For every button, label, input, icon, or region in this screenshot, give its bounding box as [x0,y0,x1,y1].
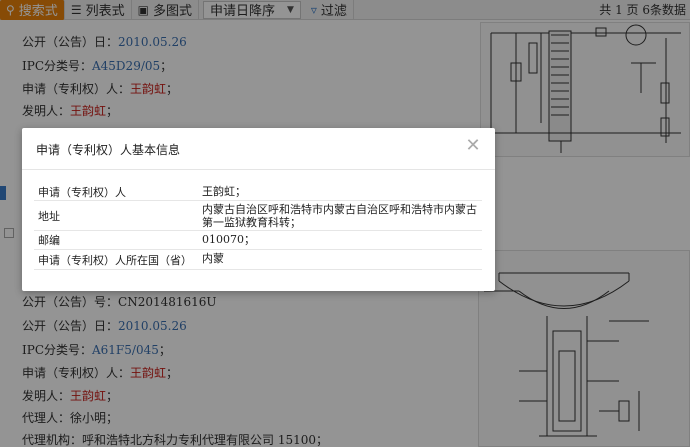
dialog-header: 申请（专利权）人基本信息 ✕ [22,128,495,170]
info-value: 内蒙古自治区呼和浩特市内蒙古自治区呼和浩特市内蒙古第一监狱教育科转； [202,203,477,229]
info-value: 010070； [202,233,255,246]
info-key: 申请（专利权）人 [38,185,126,199]
info-key: 邮编 [38,234,60,247]
dialog-title: 申请（专利权）人基本信息 [36,143,181,157]
info-key: 地址 [38,209,60,223]
close-icon[interactable]: ✕ [465,137,481,155]
info-key: 申请（专利权）人所在国（省） [38,253,192,267]
applicant-info-dialog: 申请（专利权）人基本信息 ✕ 申请（专利权）人 王韵虹； 地址 内蒙古自治区呼和… [22,128,495,291]
info-value: 内蒙 [202,252,224,265]
info-table: 申请（专利权）人 王韵虹； 地址 内蒙古自治区呼和浩特市内蒙古自治区呼和浩特市内… [34,183,482,270]
info-row-applicant: 申请（专利权）人 王韵虹； [34,183,482,201]
info-value: 王韵虹； [202,185,246,198]
info-row-postcode: 邮编 010070； [34,231,482,250]
info-row-address: 地址 内蒙古自治区呼和浩特市内蒙古自治区呼和浩特市内蒙古第一监狱教育科转； [34,201,482,231]
info-row-country: 申请（专利权）人所在国（省） 内蒙 [34,250,482,270]
